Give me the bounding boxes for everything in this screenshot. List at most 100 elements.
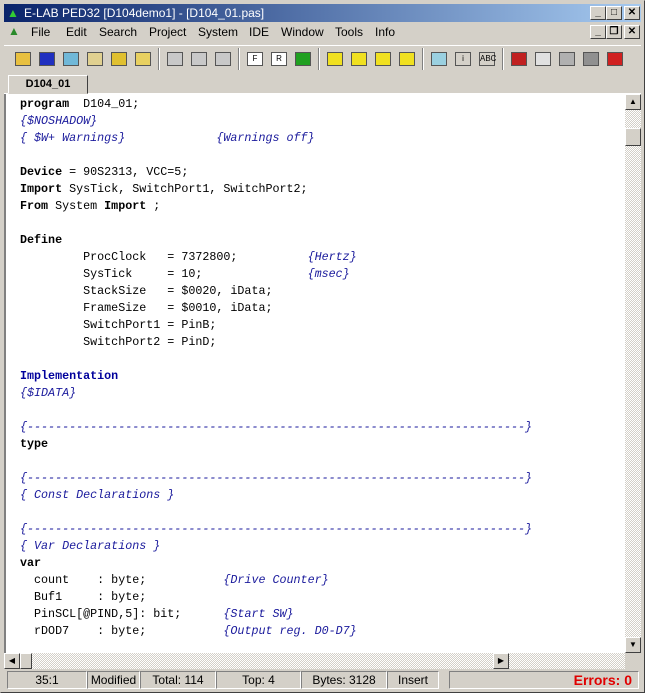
- cut-button[interactable]: [164, 48, 186, 70]
- code-text: ;: [146, 199, 161, 213]
- bug-debug-icon: [607, 52, 623, 66]
- code-line: type: [20, 436, 532, 453]
- block-1-button[interactable]: [324, 48, 346, 70]
- new-folder-add-icon: [135, 52, 151, 66]
- minimize-button[interactable]: _: [590, 6, 606, 20]
- keys-button[interactable]: [108, 48, 130, 70]
- spellcheck-button[interactable]: ABC: [476, 48, 498, 70]
- menu-bar: ▲ File Edit Search Project System IDE Wi…: [4, 23, 641, 42]
- code-comment: {Drive Counter}: [223, 573, 329, 587]
- code-text: StackSize = $0020, iData;: [20, 284, 273, 298]
- menu-search[interactable]: Search: [99, 25, 137, 39]
- code-text: ProcClock = 7372800;: [20, 250, 308, 264]
- code-comment: {---------------------------------------…: [20, 471, 532, 485]
- app-icon: ▲: [7, 6, 19, 20]
- replace-button[interactable]: R: [268, 48, 290, 70]
- block-3-button[interactable]: [372, 48, 394, 70]
- status-bytes: Bytes: 3128: [301, 671, 387, 689]
- copy-files-button[interactable]: [84, 48, 106, 70]
- code-line: var: [20, 555, 532, 572]
- code-line: program D104_01;: [20, 96, 532, 113]
- code-text: rDOD7 : byte;: [20, 624, 224, 638]
- code-line: Implementation: [20, 368, 532, 385]
- scroll-right-button[interactable]: ▶: [493, 653, 509, 669]
- menu-info[interactable]: Info: [375, 25, 395, 39]
- code-keyword: From: [20, 199, 49, 213]
- save-button[interactable]: [36, 48, 58, 70]
- paste-icon: [215, 52, 231, 66]
- code-line: { $W+ Warnings} {Warnings off}: [20, 130, 532, 147]
- menu-window[interactable]: Window: [281, 25, 324, 39]
- code-comment: {Start SW}: [223, 607, 294, 621]
- copy-button[interactable]: [188, 48, 210, 70]
- block-2-button[interactable]: [348, 48, 370, 70]
- code-keyword: program: [20, 97, 70, 111]
- filter-icon: [535, 52, 551, 66]
- new-folder-add-button[interactable]: [132, 48, 154, 70]
- doc-restore-button[interactable]: ❐: [606, 25, 622, 39]
- menu-edit[interactable]: Edit: [66, 25, 87, 39]
- doc-minimize-button[interactable]: _: [590, 25, 606, 39]
- horizontal-scrollbar[interactable]: ◀ ▶: [4, 653, 625, 669]
- undo-button[interactable]: [292, 48, 314, 70]
- code-comment: {$NOSHADOW}: [20, 114, 98, 128]
- close-button[interactable]: ✕: [624, 6, 640, 20]
- info-icon: i: [455, 52, 471, 66]
- status-total: Total: 114: [140, 671, 216, 689]
- code-line: {$IDATA}: [20, 385, 532, 402]
- code-keyword: Import: [104, 199, 147, 213]
- code-line: { Var Declarations }: [20, 538, 532, 555]
- horizontal-scroll-thumb[interactable]: [20, 653, 32, 669]
- open-folder-button[interactable]: [12, 48, 34, 70]
- code-text[interactable]: program D104_01; {$NOSHADOW} { $W+ Warning…: [20, 96, 532, 640]
- scroll-down-button[interactable]: ▼: [625, 637, 641, 653]
- scroll-up-button[interactable]: ▲: [625, 94, 641, 110]
- toolbar-separator: [422, 48, 424, 70]
- code-comment: {$IDATA}: [20, 386, 77, 400]
- doc-close-button[interactable]: ✕: [624, 25, 640, 39]
- spellcheck-icon: ABC: [479, 52, 496, 66]
- wall-button[interactable]: [556, 48, 578, 70]
- menu-ide[interactable]: IDE: [249, 25, 269, 39]
- block-4-button[interactable]: [396, 48, 418, 70]
- menu-tools[interactable]: Tools: [335, 25, 363, 39]
- status-position: 35:1: [7, 671, 87, 689]
- calculator-button[interactable]: [428, 48, 450, 70]
- maximize-button[interactable]: □: [606, 6, 622, 20]
- menu-file[interactable]: File: [31, 25, 50, 39]
- bug-debug-button[interactable]: [604, 48, 626, 70]
- vertical-scrollbar[interactable]: ▲ ▼: [625, 94, 641, 653]
- code-line: StackSize = $0020, iData;: [20, 283, 532, 300]
- vertical-scroll-thumb[interactable]: [625, 128, 641, 146]
- code-comment: { $W+ Warnings} {Warnings off}: [20, 131, 315, 145]
- filter-button[interactable]: [532, 48, 554, 70]
- print-button[interactable]: [60, 48, 82, 70]
- code-line: Import SysTick, SwitchPort1, SwitchPort2…: [20, 181, 532, 198]
- hammer-build-button[interactable]: [508, 48, 530, 70]
- menu-system[interactable]: System: [198, 25, 238, 39]
- device-button[interactable]: [580, 48, 602, 70]
- paste-button[interactable]: [212, 48, 234, 70]
- copy-files-icon: [87, 52, 103, 66]
- tab-d104-01[interactable]: D104_01: [8, 75, 88, 94]
- menu-project[interactable]: Project: [149, 25, 186, 39]
- code-line: count : byte; {Drive Counter}: [20, 572, 532, 589]
- toolbar-separator: [502, 48, 504, 70]
- toolbar-separator: [238, 48, 240, 70]
- code-text: SwitchPort1 = PinB;: [20, 318, 217, 332]
- scroll-left-button[interactable]: ◀: [4, 653, 20, 669]
- code-line: SysTick = 10; {msec}: [20, 266, 532, 283]
- code-comment: {Output reg. D0-D7}: [223, 624, 357, 638]
- code-line: Device = 90S2313, VCC=5;: [20, 164, 532, 181]
- code-editor[interactable]: program D104_01; {$NOSHADOW} { $W+ Warning…: [4, 94, 625, 653]
- copy-icon: [191, 52, 207, 66]
- code-line: {$NOSHADOW}: [20, 113, 532, 130]
- find-button[interactable]: F: [244, 48, 266, 70]
- code-keyword: Define: [20, 233, 63, 247]
- cut-icon: [167, 52, 183, 66]
- info-button[interactable]: i: [452, 48, 474, 70]
- window-title: E-LAB PED32 [D104demo1] - [D104_01.pas]: [24, 6, 265, 20]
